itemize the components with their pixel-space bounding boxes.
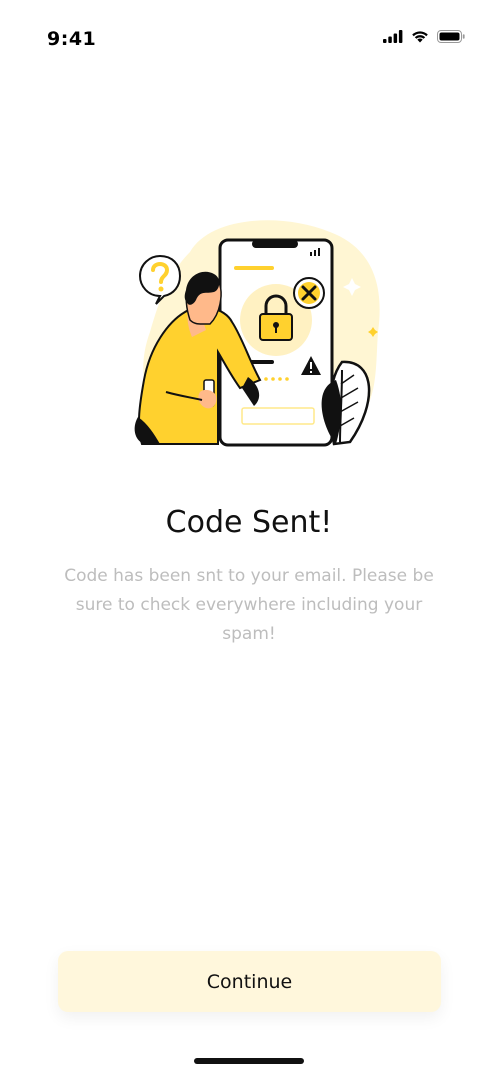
cellular-signal-icon xyxy=(383,30,403,43)
wifi-icon xyxy=(412,31,428,43)
continue-button[interactable]: Continue xyxy=(58,951,441,1012)
status-icons xyxy=(383,30,465,43)
page-subtitle: Code has been snt to your email. Please … xyxy=(64,566,434,644)
continue-button-label: Continue xyxy=(206,970,293,993)
status-bar: 9:41 xyxy=(0,0,498,80)
battery-icon xyxy=(437,30,465,43)
code-sent-illustration xyxy=(130,212,390,452)
home-indicator[interactable] xyxy=(194,1058,304,1064)
status-time: 9:41 xyxy=(47,28,97,50)
error-x-icon xyxy=(293,277,325,309)
page-title: Code Sent! xyxy=(165,505,333,540)
